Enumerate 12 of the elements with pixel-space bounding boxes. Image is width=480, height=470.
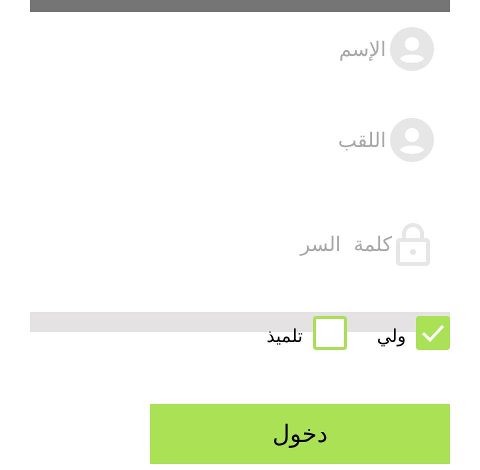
text-field[interactable]: كلمة السر <box>30 224 392 264</box>
person-icon <box>390 27 434 71</box>
checkbox[interactable] <box>416 316 450 350</box>
checkmark-icon <box>421 324 445 342</box>
person-icon <box>390 118 434 162</box>
checkbox-label: ولي <box>376 325 406 349</box>
checkbox[interactable] <box>312 316 347 350</box>
text-field[interactable]: اللقب <box>30 120 386 160</box>
text-field[interactable]: الإسم <box>30 29 386 69</box>
checkbox-label: تلميذ <box>266 325 303 349</box>
lock-icon <box>396 222 430 266</box>
login-button[interactable]: دخول <box>150 404 450 464</box>
